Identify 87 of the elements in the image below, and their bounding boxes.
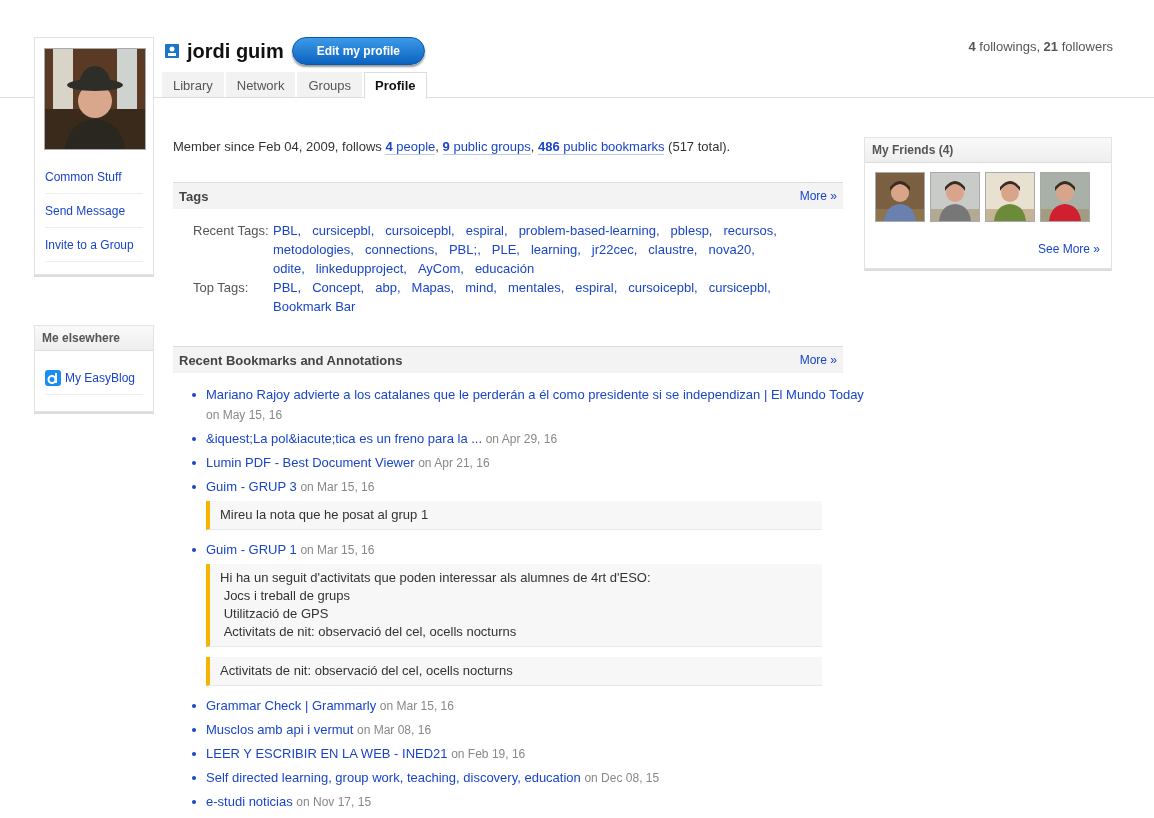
tag-link[interactable]: PLE,: [491, 240, 520, 259]
card-title: My Friends (4): [865, 138, 1111, 163]
more-link[interactable]: More »: [799, 189, 837, 203]
bookmark-date: on Mar 15, 16: [300, 480, 375, 494]
card-title: Me elsewhere: [35, 326, 153, 351]
blog-icon: [45, 369, 61, 386]
tag-link[interactable]: AyCom,: [417, 259, 464, 278]
user-name: jordi guim: [187, 39, 284, 63]
tab[interactable]: Library: [162, 72, 224, 97]
tag-link[interactable]: nova20,: [708, 240, 755, 259]
bookmark-link[interactable]: Musclos amb api i vermut: [206, 722, 354, 737]
bullet: [192, 461, 196, 465]
bullet: [192, 393, 196, 397]
bookmark-link[interactable]: Guim - GRUP 3: [206, 479, 297, 494]
section-title: Recent Bookmarks and Annotations: [179, 352, 403, 368]
bookmark-link[interactable]: Grammar Check | Grammarly: [206, 698, 377, 713]
tag-link[interactable]: metodologies,: [273, 240, 354, 259]
tags-label: Recent Tags:: [193, 222, 270, 240]
annotation: Mireu la nota que he posat al grup 1: [206, 501, 822, 530]
bookmark-date: on Feb 19, 16: [451, 747, 526, 761]
bullet: [192, 800, 196, 804]
tag-link[interactable]: linkedupproject,: [315, 259, 407, 278]
bookmark-link[interactable]: Guim - GRUP 1: [206, 542, 297, 557]
tab[interactable]: Profile: [364, 72, 427, 99]
sidebar-link[interactable]: Send Message: [45, 194, 143, 228]
bookmark-link[interactable]: Mariano Rajoy advierte a los catalanes que le perderán a él como presidente si se independizan | El Mundo Today: [206, 387, 864, 402]
tag-link[interactable]: cursoicepbl,: [385, 221, 455, 240]
tag-link[interactable]: jr22cec,: [591, 240, 638, 259]
bookmark-date: on Mar 15, 16: [300, 543, 375, 557]
bookmark-date: on Mar 15, 16: [379, 699, 454, 713]
tag-link[interactable]: espiral,: [465, 221, 508, 240]
bookmark-date: on Apr 21, 16: [418, 456, 490, 470]
bookmark-date: on Mar 08, 16: [357, 723, 432, 737]
tags-label: Top Tags:: [193, 279, 250, 297]
bookmark-date: on Nov 17, 15: [296, 795, 372, 809]
user-icon: [165, 44, 179, 58]
annotation: Activitats de nit: observació del cel, ocells nocturns: [206, 657, 822, 686]
bookmark-date: on May 15, 16: [206, 408, 283, 422]
tag-link[interactable]: recursos,: [723, 221, 777, 240]
tag-link[interactable]: odite,: [273, 259, 305, 278]
see-more-link[interactable]: See More »: [865, 222, 1111, 268]
section-title: Tags: [179, 188, 209, 204]
bookmark-link[interactable]: Self directed learning, group work, teaching, discovery, education: [206, 770, 581, 785]
bookmark-link[interactable]: &iquest;La pol&iacute;tica es un freno para la ...: [206, 431, 483, 446]
tag-link[interactable]: connections,: [364, 240, 438, 259]
tag-link[interactable]: Concept,: [312, 278, 365, 297]
tag-link[interactable]: PBL;,: [448, 240, 481, 259]
bookmark-link[interactable]: e-studi noticias: [206, 794, 293, 809]
bullet: [192, 485, 196, 489]
tag-link[interactable]: educación: [474, 259, 535, 278]
tab[interactable]: Groups: [297, 72, 363, 97]
summary-link[interactable]: 486 public bookmarks: [538, 139, 665, 155]
tag-link[interactable]: espiral,: [575, 278, 618, 297]
sidebar-link[interactable]: Common Stuff: [45, 160, 143, 194]
edit-profile-button[interactable]: Edit my profile: [291, 37, 425, 65]
annotation: Hi ha un seguit d'activitats que poden interessar als alumnes de 4rt d'ESO: Jocs i treball de grups Utilització de GPS Activitats de nit: observació del cel, ocells nocturns: [206, 564, 822, 647]
tab[interactable]: Network: [225, 72, 296, 97]
bullet: [192, 728, 196, 732]
bookmark-link[interactable]: LEER Y ESCRIBIR EN LA WEB - INED21: [206, 746, 448, 761]
sidebar-link[interactable]: Invite to a Group: [45, 228, 143, 262]
tag-link[interactable]: cursicepbl,: [708, 278, 771, 297]
tag-link[interactable]: abp,: [375, 278, 401, 297]
blog-link[interactable]: My EasyBlog: [45, 361, 143, 395]
bullet: [192, 437, 196, 441]
tag-link[interactable]: cursicepbl,: [312, 221, 375, 240]
more-link[interactable]: More »: [799, 353, 837, 367]
tag-link[interactable]: claustre,: [648, 240, 698, 259]
summary-link[interactable]: 9 public groups: [442, 139, 531, 155]
bookmark-date: on Apr 29, 16: [485, 432, 558, 446]
bullet: [192, 776, 196, 780]
tag-link[interactable]: mentales,: [508, 278, 565, 297]
tag-link[interactable]: PBL,: [273, 278, 302, 297]
bullet: [192, 548, 196, 552]
tag-link[interactable]: pblesp,: [670, 221, 713, 240]
tag-link[interactable]: learning,: [530, 240, 581, 259]
bookmark-link[interactable]: Lumin PDF - Best Document Viewer: [206, 455, 415, 470]
tag-link[interactable]: Mapas,: [411, 278, 455, 297]
tag-link[interactable]: cursoicepbl,: [628, 278, 698, 297]
tag-link[interactable]: Bookmark Bar: [273, 297, 356, 316]
tag-link[interactable]: mind,: [465, 278, 497, 297]
bullet: [192, 752, 196, 756]
follow-stats: 4 followings, 21 followers: [968, 39, 1113, 54]
member-summary: Member since Feb 04, 2009, follows 4 people, 9 public groups, 486 public bookmarks (517 total).: [173, 138, 732, 156]
tag-link[interactable]: problem-based-learning,: [518, 221, 660, 240]
bookmark-date: on Dec 08, 15: [584, 771, 660, 785]
bullet: [192, 704, 196, 708]
tag-link[interactable]: PBL,: [273, 221, 302, 240]
